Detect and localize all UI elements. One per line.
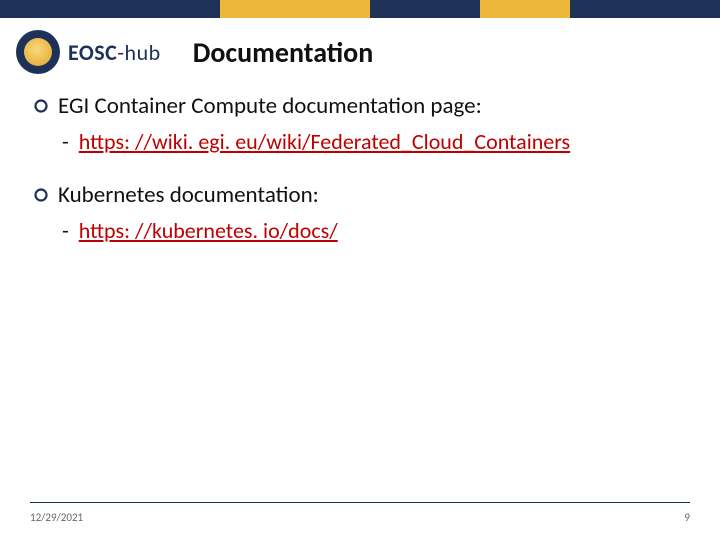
- footer-divider: [30, 502, 690, 503]
- slide-title: Documentation: [193, 35, 374, 70]
- bar-segment: [370, 0, 480, 18]
- bullet-heading: EGI Container Compute documentation page…: [58, 92, 482, 120]
- bullet-heading-row: EGI Container Compute documentation page…: [34, 92, 686, 120]
- logo-icon: [16, 30, 60, 74]
- link-egi-wiki[interactable]: https: //wiki. egi. eu/wiki/Federated_Cl…: [79, 128, 570, 155]
- dash: -: [62, 128, 69, 155]
- bar-segment: [0, 0, 220, 18]
- top-color-bar: [0, 0, 720, 18]
- link-kubernetes-docs[interactable]: https: //kubernetes. io/docs/: [79, 217, 338, 244]
- logo-brand: EOSC: [68, 39, 117, 66]
- logo-text: EOSC-hub: [68, 39, 161, 66]
- footer-page-number: 9: [684, 511, 690, 524]
- bar-segment: [570, 0, 720, 18]
- bullet-heading: Kubernetes documentation:: [58, 181, 319, 209]
- content: EGI Container Compute documentation page…: [0, 92, 720, 244]
- logo-suffix: -hub: [117, 39, 160, 66]
- header: EOSC-hub Documentation: [0, 18, 720, 92]
- bullet-item: EGI Container Compute documentation page…: [34, 92, 686, 155]
- bullet-item: Kubernetes documentation: - https: //kub…: [34, 181, 686, 244]
- logo: EOSC-hub: [16, 30, 161, 74]
- footer: 12/29/2021 9: [0, 502, 720, 524]
- bar-segment: [220, 0, 370, 18]
- sub-bullet-row: - https: //wiki. egi. eu/wiki/Federated_…: [34, 128, 686, 155]
- bullet-heading-row: Kubernetes documentation:: [34, 181, 686, 209]
- bar-segment: [480, 0, 570, 18]
- dash: -: [62, 217, 69, 244]
- footer-row: 12/29/2021 9: [30, 511, 690, 524]
- ring-bullet-icon: [34, 188, 48, 202]
- ring-bullet-icon: [34, 99, 48, 113]
- footer-date: 12/29/2021: [30, 511, 83, 524]
- sub-bullet-row: - https: //kubernetes. io/docs/: [34, 217, 686, 244]
